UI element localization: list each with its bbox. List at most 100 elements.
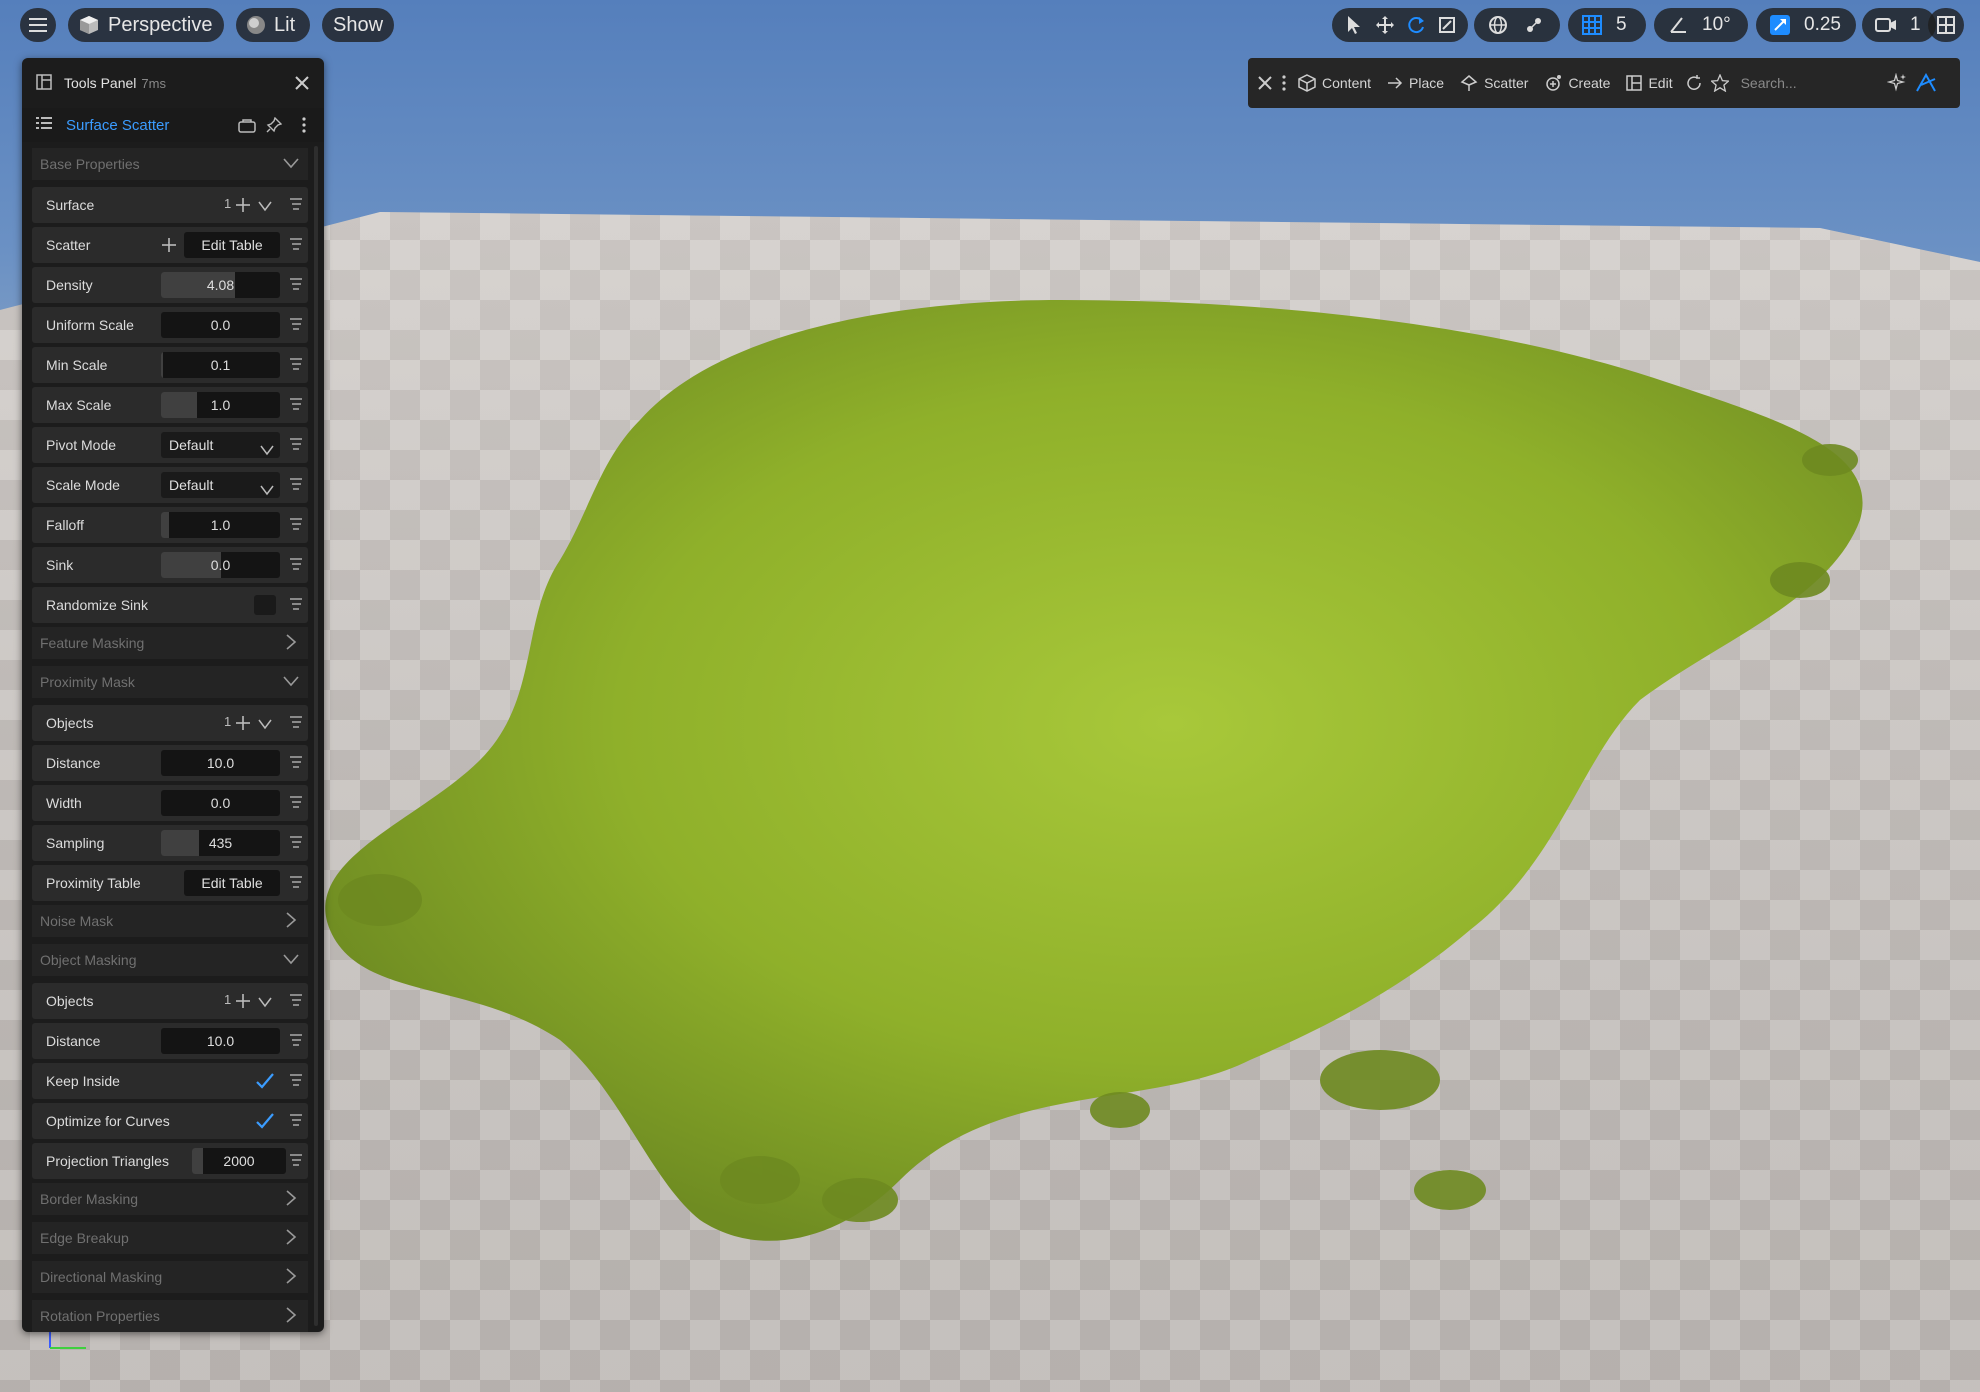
grid-snap-value[interactable]: 5 xyxy=(1610,14,1633,36)
transform-tools-group xyxy=(1332,8,1468,42)
category-feature-masking[interactable]: Feature Masking xyxy=(32,627,308,659)
edit-table-button[interactable]: Edit Table xyxy=(184,870,280,896)
checkbox[interactable] xyxy=(254,595,276,615)
grid-snap-icon[interactable] xyxy=(1574,8,1610,42)
category-noise-mask[interactable]: Noise Mask xyxy=(32,905,308,937)
select-arrow-icon[interactable] xyxy=(1338,8,1369,42)
row-options-icon[interactable] xyxy=(290,438,302,452)
mode-content[interactable]: Content xyxy=(1290,58,1379,108)
numeric-field[interactable]: 10.0 xyxy=(161,750,280,776)
numeric-field[interactable]: 0.0 xyxy=(161,552,280,578)
numeric-field[interactable]: 0.0 xyxy=(161,312,280,338)
row-options-icon[interactable] xyxy=(290,796,302,810)
numeric-field[interactable]: 1.0 xyxy=(161,392,280,418)
camera-icon[interactable] xyxy=(1868,8,1904,42)
add-element-button[interactable] xyxy=(236,198,250,215)
plus-icon xyxy=(236,198,250,215)
expand-array-button[interactable] xyxy=(258,199,272,215)
category-proximity-mask[interactable]: Proximity Mask xyxy=(32,666,308,698)
numeric-field[interactable]: 0.0 xyxy=(161,790,280,816)
numeric-field[interactable]: 435 xyxy=(161,830,280,856)
sparkle-button[interactable] xyxy=(1883,58,1911,108)
camera-speed-value[interactable]: 1 xyxy=(1904,14,1927,36)
numeric-field[interactable]: 0.1 xyxy=(161,352,280,378)
row-options-icon[interactable] xyxy=(290,198,302,212)
mode-edit[interactable]: Edit xyxy=(1618,58,1680,108)
numeric-field[interactable]: 10.0 xyxy=(161,1028,280,1054)
angle-snap-value[interactable]: 10° xyxy=(1696,14,1737,36)
lighting-mode-button[interactable]: Lit xyxy=(236,8,310,42)
surface-snap-icon[interactable] xyxy=(1516,8,1552,42)
view-mode-button[interactable]: Perspective xyxy=(68,8,224,42)
row-options-icon[interactable] xyxy=(290,318,302,332)
move-icon[interactable] xyxy=(1369,8,1400,42)
row-options-icon[interactable] xyxy=(290,238,302,252)
tool-more-button[interactable] xyxy=(302,117,306,138)
row-options-icon[interactable] xyxy=(290,716,302,730)
numeric-field[interactable]: 1.0 xyxy=(161,512,280,538)
show-flags-button[interactable]: Show xyxy=(322,8,394,42)
dropdown-select[interactable]: Default xyxy=(161,432,280,458)
category-object-masking[interactable]: Object Masking xyxy=(32,944,308,976)
property-row-optimize-for-curves: Optimize for Curves xyxy=(32,1103,308,1139)
checkbox[interactable] xyxy=(254,1071,276,1091)
checkbox[interactable] xyxy=(254,1111,276,1131)
panel-scrollbar[interactable] xyxy=(314,146,318,1326)
row-options-icon[interactable] xyxy=(290,478,302,492)
modeling-mode-button[interactable] xyxy=(1911,58,1941,108)
view-mode-label: Perspective xyxy=(108,13,213,36)
add-element-button[interactable] xyxy=(236,994,250,1011)
row-options-icon[interactable] xyxy=(290,994,302,1008)
category-rotation-properties[interactable]: Rotation Properties xyxy=(32,1300,308,1332)
numeric-field[interactable]: 2000 xyxy=(192,1148,286,1174)
edit-table-button[interactable]: Edit Table xyxy=(184,232,280,258)
mode-create[interactable]: Create xyxy=(1536,58,1618,108)
modes-more-button[interactable] xyxy=(1278,58,1290,108)
row-options-icon[interactable] xyxy=(290,558,302,572)
row-options-icon[interactable] xyxy=(290,598,302,612)
expand-array-button[interactable] xyxy=(258,717,272,733)
row-options-icon[interactable] xyxy=(290,756,302,770)
add-element-button[interactable] xyxy=(236,716,250,733)
category-label: Feature Masking xyxy=(40,635,145,651)
row-options-icon[interactable] xyxy=(290,278,302,292)
pin-button[interactable] xyxy=(266,116,283,138)
property-row-width: Width 0.0 xyxy=(32,785,308,821)
array-count: 1 xyxy=(224,714,232,729)
modes-search-input[interactable]: Search... xyxy=(1733,58,1869,108)
category-base-properties[interactable]: Base Properties xyxy=(32,148,308,180)
row-options-icon[interactable] xyxy=(290,1154,302,1168)
row-options-icon[interactable] xyxy=(290,836,302,850)
row-options-icon[interactable] xyxy=(290,398,302,412)
row-options-icon[interactable] xyxy=(290,1034,302,1048)
category-edge-breakup[interactable]: Edge Breakup xyxy=(32,1222,308,1254)
angle-snap-icon[interactable] xyxy=(1660,8,1696,42)
rotate-icon[interactable] xyxy=(1400,8,1431,42)
globe-icon[interactable] xyxy=(1480,8,1516,42)
expand-array-button[interactable] xyxy=(258,995,272,1011)
modes-close-button[interactable] xyxy=(1248,58,1278,108)
row-options-icon[interactable] xyxy=(290,358,302,372)
favorites-button[interactable] xyxy=(1707,58,1733,108)
category-directional-masking[interactable]: Directional Masking xyxy=(32,1261,308,1293)
category-border-masking[interactable]: Border Masking xyxy=(32,1183,308,1215)
property-label: Optimize for Curves xyxy=(46,1113,170,1129)
viewport-layout-button[interactable] xyxy=(1928,8,1964,42)
scale-snap-value[interactable]: 0.25 xyxy=(1798,14,1847,36)
numeric-field[interactable]: 4.08 xyxy=(161,272,280,298)
scale-snap-icon[interactable] xyxy=(1762,8,1798,42)
mode-place[interactable]: Place xyxy=(1379,58,1452,108)
tool-list-icon[interactable] xyxy=(36,116,52,135)
row-options-icon[interactable] xyxy=(290,1114,302,1128)
mode-scatter[interactable]: Scatter xyxy=(1452,58,1536,108)
scale-icon[interactable] xyxy=(1431,8,1462,42)
preset-button[interactable] xyxy=(238,117,256,138)
hamburger-menu-button[interactable] xyxy=(20,8,56,42)
dropdown-select[interactable]: Default xyxy=(161,472,280,498)
row-options-icon[interactable] xyxy=(290,1074,302,1088)
history-button[interactable] xyxy=(1681,58,1707,108)
add-element-button[interactable] xyxy=(162,238,176,255)
panel-close-button[interactable] xyxy=(294,75,310,94)
row-options-icon[interactable] xyxy=(290,518,302,532)
row-options-icon[interactable] xyxy=(290,876,302,890)
